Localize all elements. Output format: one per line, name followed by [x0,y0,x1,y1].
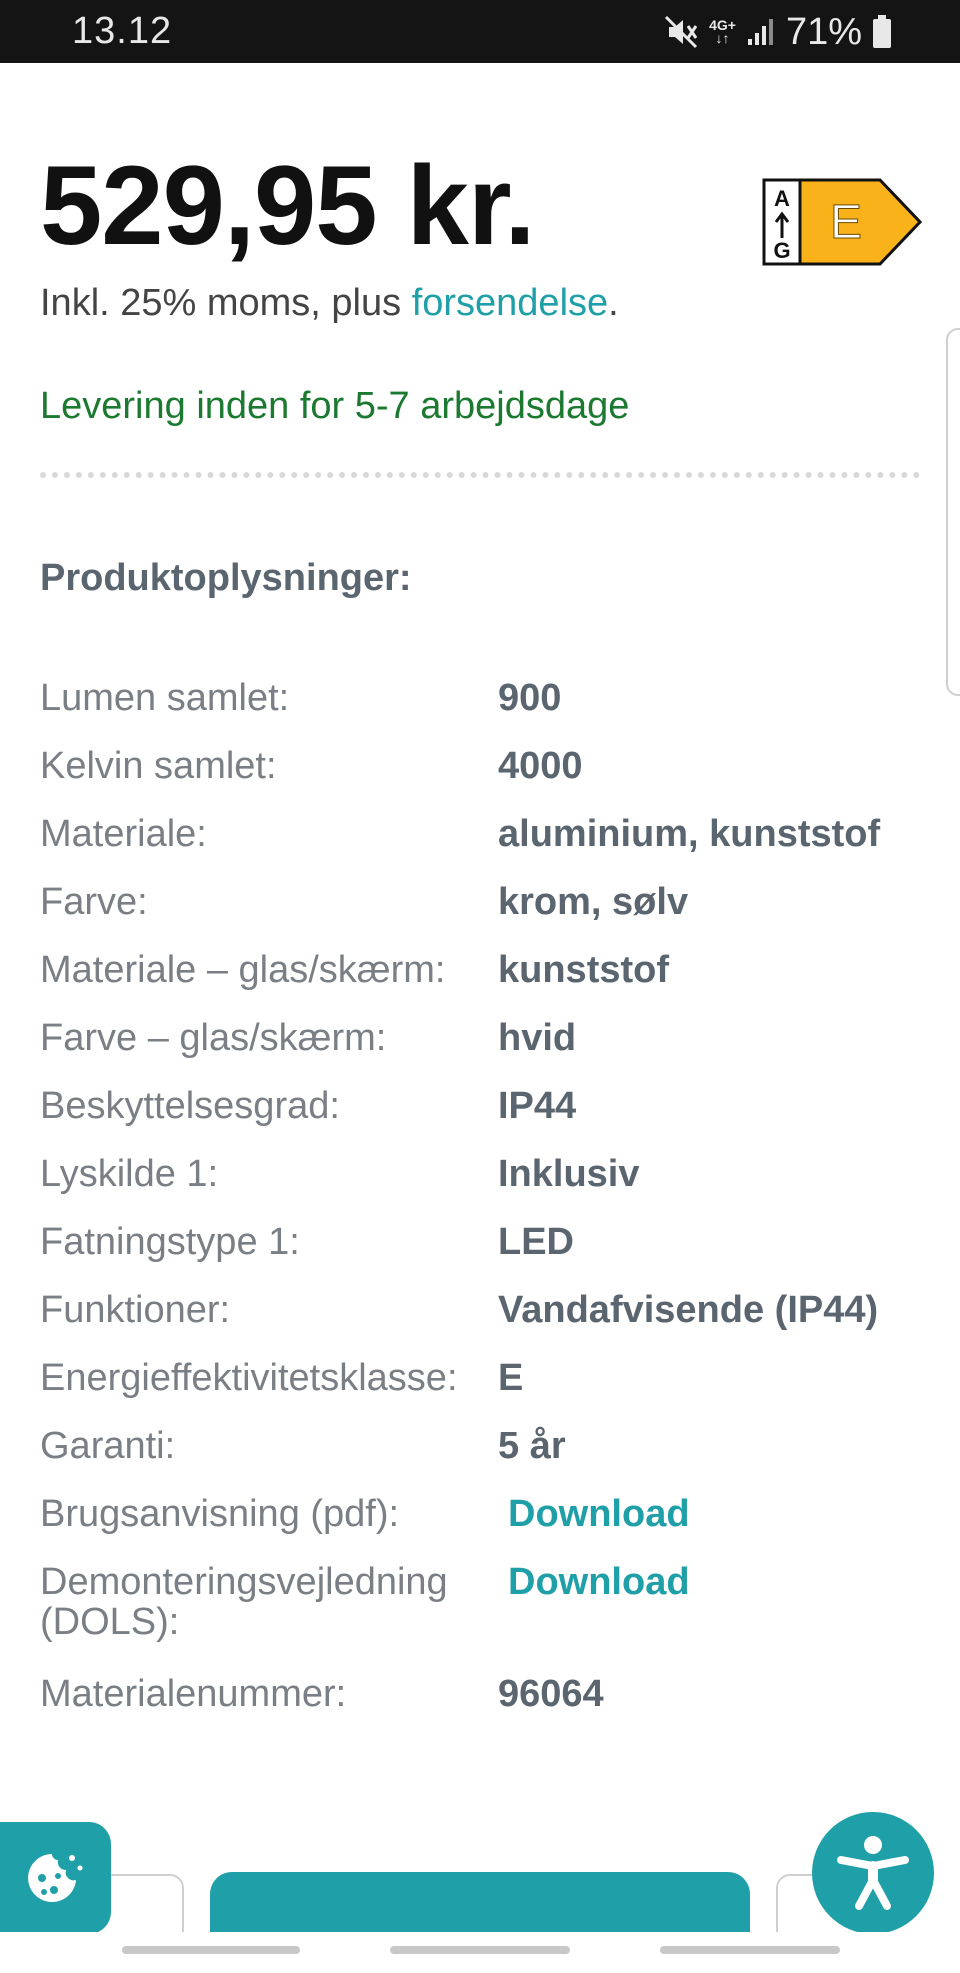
accessibility-icon [837,1836,909,1910]
accessibility-button[interactable] [812,1812,934,1934]
product-specs-table: Lumen samlet: 900 Kelvin samlet: 4000 Ma… [40,664,920,1728]
delivery-estimate: Levering inden for 5-7 arbejdsdage [40,385,630,427]
cookie-settings-button[interactable] [0,1822,111,1934]
shipping-link[interactable]: forsendelse [412,282,608,324]
dismantling-guide-download-link[interactable]: Download [498,1562,690,1660]
battery-icon [873,15,891,48]
energy-scale-bottom: G [773,238,790,263]
cookie-icon [28,1854,83,1902]
side-panel-handle[interactable] [946,328,960,696]
energy-class-letter: E [830,196,862,249]
spec-row-functions: Funktioner: Vandafvisende (IP44) [40,1289,879,1331]
spec-row-shade-color: Farve – glas/skærm: hvid [40,1017,577,1059]
dotted-divider [40,472,920,478]
mute-icon [665,15,698,49]
nav-bar-right[interactable] [660,1946,840,1954]
spec-row-energy-class: Energieffektivitetsklasse: E [40,1357,524,1399]
spec-row-warranty: Garanti: 5 år [40,1425,566,1467]
spec-row-socket: Fatningstype 1: LED [40,1221,574,1263]
status-icons: 4G+ ↓↑ 71% [663,10,892,54]
product-price: 529,95 kr. [40,143,535,268]
product-info-heading: Produktoplysninger: [40,557,412,599]
spec-row-protection: Beskyttelsesgrad: IP44 [40,1085,577,1127]
spec-row-color: Farve: krom, sølv [40,881,689,923]
spec-row-dismantling-guide: Demonteringsvejledning (DOLS): Download [40,1548,920,1660]
vat-note: Inkl. 25% moms, plus forsendelse. [40,282,619,324]
spec-row-material: Materiale: aluminium, kunststof [40,813,881,855]
energy-label-badge[interactable]: A G E [762,178,922,266]
spec-row-light-source: Lyskilde 1: Inklusiv [40,1153,640,1195]
network-type-indicator: 4G+ ↓↑ [709,17,736,46]
status-bar: 13.12 4G+ ↓↑ 71% [0,0,960,63]
battery-percent: 71% [785,10,862,53]
spec-row-shade-material: Materiale – glas/skærm: kunststof [40,949,669,991]
spec-row-manual: Brugsanvisning (pdf): Download [40,1480,920,1548]
energy-scale-top: A [774,186,790,211]
signal-icon [747,19,773,45]
spec-row-kelvin: Kelvin samlet: 4000 [40,745,583,787]
spec-row-lumen: Lumen samlet: 900 [40,677,562,719]
nav-bar-center[interactable] [390,1946,570,1954]
status-time: 13.12 [72,10,173,52]
manual-download-link[interactable]: Download [498,1480,690,1548]
nav-bar-left[interactable] [122,1946,300,1954]
spec-row-material-number: Materialenummer: 96064 [40,1673,604,1715]
